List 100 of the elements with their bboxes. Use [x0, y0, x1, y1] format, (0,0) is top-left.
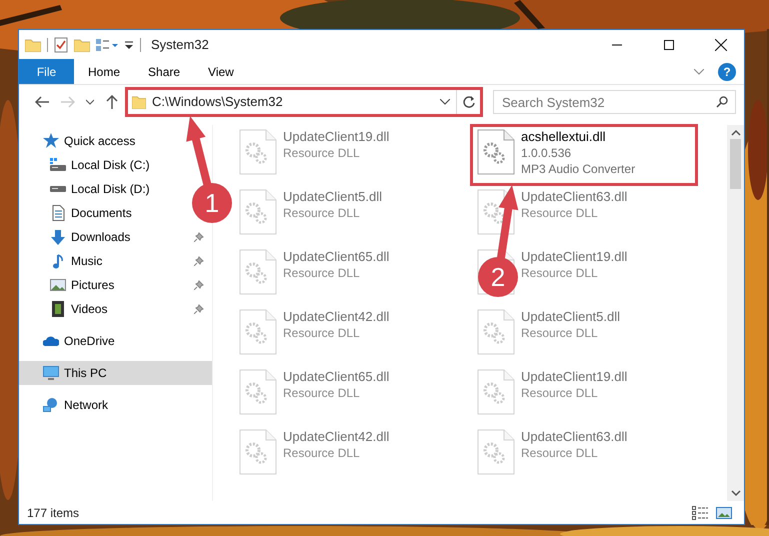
file-detail: Resource DLL: [521, 325, 599, 341]
file-item[interactable]: UpdateClient63.dll Resource DLL: [471, 425, 697, 485]
folder-icon: [132, 95, 146, 109]
view-icon[interactable]: [96, 38, 118, 52]
scrollbar[interactable]: [727, 125, 744, 501]
file-item[interactable]: UpdateClient65.dll Resource DLL: [233, 245, 459, 305]
file-name: UpdateClient19.dll: [521, 369, 628, 385]
dll-file-icon: [239, 309, 277, 355]
forward-arrow-icon: [61, 96, 75, 108]
file-item[interactable]: UpdateClient19.dll Resource DLL: [233, 125, 459, 185]
help-button[interactable]: ?: [718, 63, 736, 81]
file-item[interactable]: UpdateClient42.dll Resource DLL: [233, 305, 459, 365]
dropdown-icon[interactable]: [440, 99, 450, 105]
file-name: UpdateClient65.dll: [283, 369, 390, 385]
dll-file-icon: [239, 129, 277, 175]
ribbon-tab[interactable]: Share: [134, 59, 194, 84]
nav-item[interactable]: OneDrive: [19, 329, 123, 353]
window-title: System32: [151, 36, 209, 54]
scroll-up-icon[interactable]: [730, 129, 740, 137]
file-name: UpdateClient19.dll: [283, 129, 390, 145]
ribbon-tab[interactable]: View: [194, 59, 248, 84]
address-path: C:\Windows\System32: [152, 93, 284, 112]
back-arrow-icon: [35, 96, 49, 108]
cloud-icon: [43, 336, 59, 346]
file-detail: Resource DLL: [283, 325, 361, 341]
dll-file-icon: [239, 369, 277, 415]
minimize-icon: [612, 44, 622, 46]
file-detail: Resource DLL: [283, 265, 361, 281]
file-item[interactable]: UpdateClient65.dll Resource DLL: [233, 365, 459, 425]
file-name: UpdateClient5.dll: [521, 309, 620, 325]
file-detail: Resource DLL: [283, 205, 361, 221]
nav-item[interactable]: Quick access: [19, 129, 144, 153]
file-item[interactable]: UpdateClient5.dll Resource DLL: [471, 305, 697, 365]
dll-file-icon: [239, 189, 277, 235]
film-icon: [52, 301, 64, 317]
pin-icon[interactable]: [194, 304, 204, 314]
file-name: UpdateClient42.dll: [283, 309, 390, 325]
file-name: UpdateClient5.dll: [283, 189, 382, 205]
dll-file-icon: [477, 429, 515, 475]
file-name: acshellextui.dll: [521, 129, 607, 145]
nav-item[interactable]: Downloads: [19, 225, 212, 249]
file-detail: MP3 Audio Converter: [521, 161, 636, 177]
nav-item[interactable]: Documents: [19, 201, 140, 225]
network-icon: [43, 398, 59, 412]
nav-item[interactable]: Pictures: [19, 273, 212, 297]
file-item[interactable]: UpdateClient5.dll Resource DLL: [233, 185, 459, 245]
file-detail: Resource DLL: [283, 385, 361, 401]
details-view-icon[interactable]: [692, 506, 708, 520]
drive-icon: [50, 186, 66, 192]
dll-file-icon: [477, 129, 515, 175]
scroll-down-icon[interactable]: [730, 489, 740, 497]
file-detail: Resource DLL: [283, 145, 361, 161]
picture-icon: [50, 279, 66, 291]
search-field[interactable]: Search System32: [493, 90, 736, 114]
step-number: 1: [204, 188, 220, 218]
chevron-down-icon: [86, 99, 94, 105]
file-detail: Resource DLL: [521, 445, 599, 461]
document-icon: [52, 205, 64, 221]
drive-icon: [50, 158, 66, 172]
file-item[interactable]: acshellextui.dll 1.0.0.536 MP3 Audio Converter: [471, 125, 697, 185]
properties-icon[interactable]: [54, 36, 68, 52]
dll-file-icon: [239, 429, 277, 475]
file-detail: Resource DLL: [521, 205, 599, 221]
up-arrow-icon: [106, 95, 118, 109]
file-detail: 1.0.0.536: [521, 145, 572, 161]
file-item[interactable]: UpdateClient42.dll Resource DLL: [233, 425, 459, 485]
download-icon: [51, 230, 65, 244]
nav-item[interactable]: Music: [19, 249, 212, 273]
close-icon: [715, 38, 727, 50]
file-name: UpdateClient42.dll: [283, 429, 390, 445]
dll-file-icon: [477, 309, 515, 355]
item-count: 177 items: [27, 504, 80, 522]
file-detail: Resource DLL: [283, 445, 361, 461]
address-bar[interactable]: C:\Windows\System32: [127, 89, 481, 115]
large-icons-view-icon[interactable]: [716, 506, 732, 520]
pin-icon[interactable]: [194, 280, 204, 290]
nav-item[interactable]: This PC: [19, 361, 212, 385]
file-name: UpdateClient63.dll: [521, 189, 628, 205]
file-detail: Resource DLL: [521, 385, 599, 401]
step-number: 2: [490, 262, 506, 292]
refresh-icon: [462, 96, 474, 108]
search-icon: [716, 96, 728, 108]
nav-item[interactable]: Local Disk (D:): [19, 177, 158, 201]
nav-item[interactable]: Network: [19, 393, 116, 417]
customize-icon[interactable]: [124, 38, 134, 50]
file-item[interactable]: UpdateClient19.dll Resource DLL: [471, 365, 697, 425]
file-menu-button[interactable]: File: [19, 59, 74, 84]
ribbon-tab[interactable]: Home: [74, 59, 134, 84]
chevron-down-icon: [694, 69, 704, 75]
dll-file-icon: [239, 249, 277, 295]
monitor-icon: [43, 366, 59, 380]
pin-icon[interactable]: [194, 232, 204, 242]
music-note-icon: [53, 254, 63, 268]
file-name: UpdateClient65.dll: [283, 249, 390, 265]
nav-item[interactable]: Local Disk (C:): [19, 153, 158, 177]
nav-item[interactable]: Videos: [19, 297, 212, 321]
scrollbar-thumb[interactable]: [730, 139, 741, 189]
pin-icon[interactable]: [194, 256, 204, 266]
file-name: UpdateClient19.dll: [521, 249, 628, 265]
dll-file-icon: [477, 369, 515, 415]
